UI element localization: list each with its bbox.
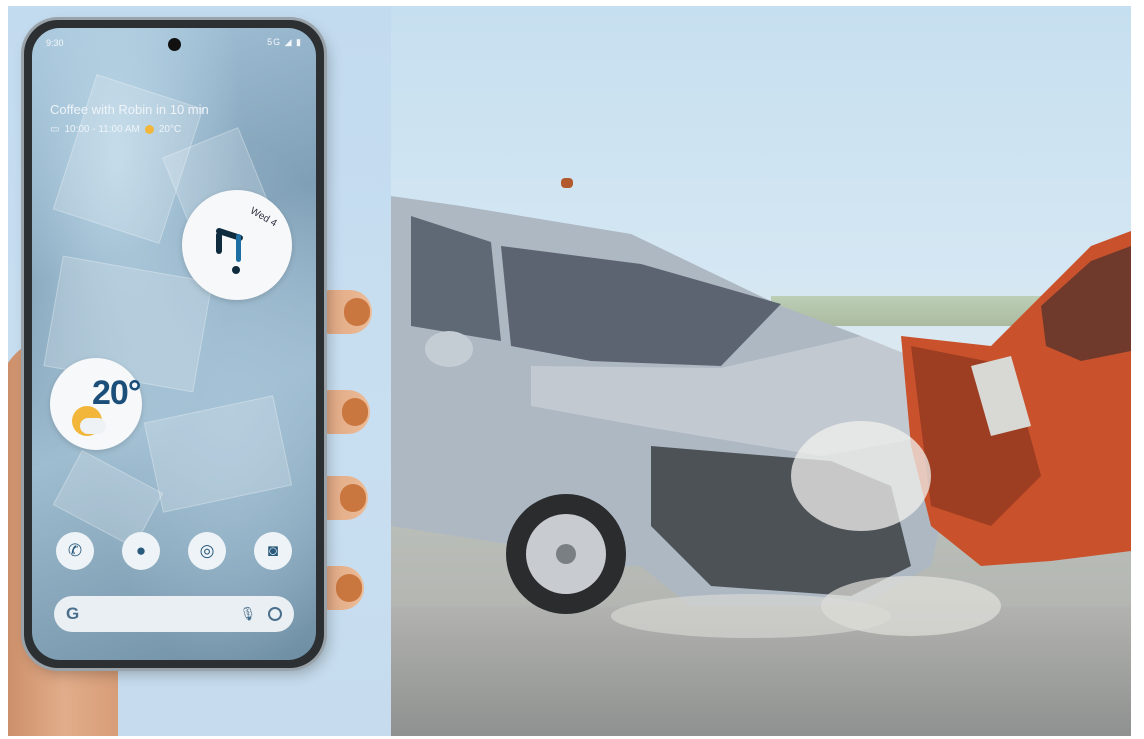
weather-temperature: 20°: [92, 374, 141, 412]
lens-icon[interactable]: [268, 607, 282, 621]
mic-icon[interactable]: 🎙: [239, 606, 256, 622]
car-crash-photo: [391, 6, 1131, 736]
app-dock: ✆ ● ◎ ◙: [56, 532, 292, 570]
front-camera: [168, 38, 181, 51]
cloud-icon: [80, 418, 106, 434]
status-time: 9:30: [46, 38, 64, 48]
clock-second-hand: [236, 234, 241, 262]
calendar-icon: ▭: [50, 124, 60, 135]
chrome-icon[interactable]: ◎: [188, 532, 226, 570]
clock-date: Wed 4: [248, 205, 279, 230]
messages-icon[interactable]: ●: [122, 532, 160, 570]
clock-hour-hand: [216, 232, 222, 254]
clock-widget[interactable]: Wed 4: [182, 190, 292, 300]
crash-illustration: [391, 196, 1131, 638]
weather-widget[interactable]: 20°: [50, 358, 142, 450]
at-a-glance-event[interactable]: Coffee with Robin in 10 min: [50, 102, 209, 117]
phone-icon[interactable]: ✆: [56, 532, 94, 570]
phone-promo-panel: 9:30 5G ◢ ▮ Coffee with Robin in 10 min …: [8, 6, 391, 736]
event-time: 10:00 - 11:00 AM: [64, 124, 140, 135]
collage-frame: 9:30 5G ◢ ▮ Coffee with Robin in 10 min …: [8, 6, 1131, 736]
smartphone: 9:30 5G ◢ ▮ Coffee with Robin in 10 min …: [24, 20, 324, 668]
sun-icon: [144, 125, 154, 134]
at-a-glance-details[interactable]: ▭ 10:00 - 11:00 AM 20°C: [50, 124, 181, 135]
glance-temperature: 20°C: [158, 124, 182, 135]
clock-center-dot: [232, 266, 240, 274]
camera-icon[interactable]: ◙: [254, 532, 292, 570]
google-search-bar[interactable]: G 🎙: [54, 596, 294, 632]
home-screen: 9:30 5G ◢ ▮ Coffee with Robin in 10 min …: [32, 28, 316, 660]
google-logo-icon: G: [66, 604, 80, 623]
status-icons: 5G ◢ ▮: [267, 37, 302, 47]
